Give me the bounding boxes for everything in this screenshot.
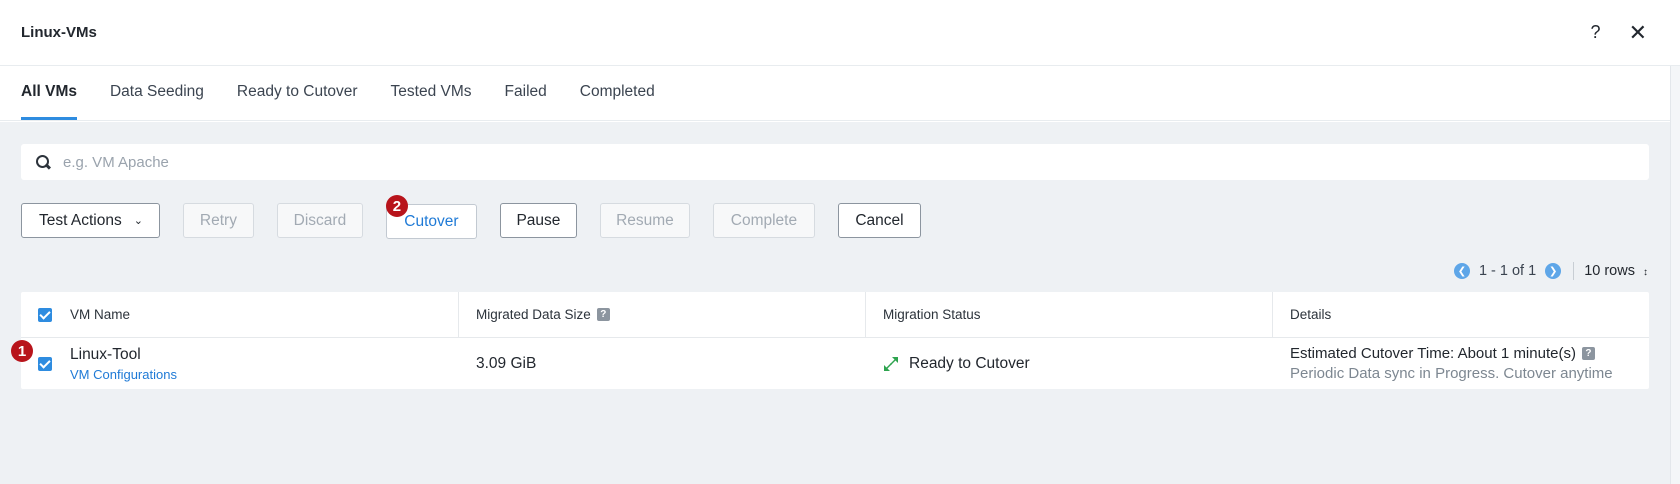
step-badge-1: 1 [11, 340, 33, 362]
select-all-checkbox[interactable] [38, 307, 52, 322]
estimated-cutover-time: Estimated Cutover Time: About 1 minute(s… [1290, 345, 1613, 362]
cell-migrated-data-size: 3.09 GiB [458, 338, 865, 389]
next-page-icon[interactable]: ❯ [1545, 263, 1562, 279]
resume-button[interactable]: Resume [599, 203, 690, 238]
discard-button[interactable]: Discard [276, 203, 363, 238]
tab-ready-to-cutover[interactable]: Ready to Cutover [237, 83, 358, 120]
search-input[interactable] [63, 153, 1563, 171]
pager-divider [1573, 262, 1575, 280]
table-row[interactable]: 1 Linux-Tool VM Configurations 3.09 GiB [11, 338, 1649, 389]
cutover-label: Cutover [404, 212, 459, 230]
header-migration-status-label: Migration Status [883, 307, 981, 322]
vm-name: Linux-Tool [70, 345, 141, 363]
migration-plan-window: Linux-VMs ? ✕ All VMs Data Seeding Ready… [0, 0, 1680, 484]
pagination: ❮ 1 - 1 of 1 ❯ 10 rows ↕ [1410, 261, 1670, 281]
tab-failed[interactable]: Failed [505, 83, 547, 120]
cutover-button[interactable]: Cutover 2 [385, 195, 477, 239]
header-vm-name-label: VM Name [70, 307, 131, 322]
data-sync-note: Periodic Data sync in Progress. Cutover … [1290, 365, 1613, 382]
step-badge-2: 2 [385, 195, 408, 217]
complete-button[interactable]: Complete [712, 203, 815, 238]
migration-status-label: Ready to Cutover [909, 354, 1030, 372]
cancel-button[interactable]: Cancel [837, 203, 921, 238]
tab-data-seeding[interactable]: Data Seeding [110, 83, 204, 120]
test-actions-dropdown[interactable]: Test Actions ⌄ [21, 203, 160, 238]
vm-configurations-link[interactable]: VM Configurations [70, 367, 177, 382]
help-icon[interactable]: ? [596, 308, 610, 321]
cell-details: Estimated Cutover Time: About 1 minute(s… [1272, 338, 1649, 389]
test-actions-label: Test Actions [39, 211, 122, 229]
sort-arrows-icon: ↕ [1643, 267, 1648, 278]
header-migrated-data-size-label: Migrated Data Size [476, 307, 591, 322]
header-vm-name: VM Name [21, 292, 458, 337]
cell-vm-name: 1 Linux-Tool VM Configurations [11, 338, 458, 389]
details-block: Estimated Cutover Time: About 1 minute(s… [1290, 345, 1613, 382]
search-icon [35, 154, 51, 170]
tab-tested-vms[interactable]: Tested VMs [391, 83, 472, 120]
close-icon[interactable]: ✕ [1629, 20, 1647, 46]
help-icon[interactable]: ? [1591, 22, 1601, 43]
page-range: 1 - 1 of 1 [1478, 263, 1537, 279]
previous-page-icon[interactable]: ❮ [1453, 263, 1470, 279]
rows-per-page-select[interactable]: 10 rows ↕ [1584, 263, 1648, 279]
table-header: VM Name Migrated Data Size ? Migration S… [21, 292, 1649, 338]
row-checkbox[interactable] [38, 356, 52, 371]
tab-completed[interactable]: Completed [580, 83, 655, 120]
window-title: Linux-VMs [21, 24, 97, 41]
estimated-cutover-text: Estimated Cutover Time: About 1 minute(s… [1290, 345, 1576, 362]
retry-button[interactable]: Retry [182, 203, 254, 238]
title-bar: Linux-VMs ? ✕ [0, 0, 1680, 66]
migrated-data-size-value: 3.09 GiB [476, 354, 537, 372]
tab-all-vms[interactable]: All VMs [21, 83, 77, 120]
vm-table: VM Name Migrated Data Size ? Migration S… [11, 292, 1649, 389]
vertical-scrollbar[interactable] [1670, 66, 1680, 484]
header-migration-status: Migration Status [865, 292, 1272, 337]
action-toolbar: Test Actions ⌄ Retry Discard Cutover 2 P… [21, 195, 944, 239]
chevron-down-icon: ⌄ [133, 215, 143, 227]
rows-per-page-label: 10 rows [1584, 263, 1635, 279]
help-icon[interactable]: ? [1581, 347, 1595, 360]
tab-bar: All VMs Data Seeding Ready to Cutover Te… [0, 66, 1680, 121]
ready-to-cutover-icon [884, 356, 898, 371]
title-actions: ? ✕ [1591, 20, 1647, 46]
header-details: Details [1272, 292, 1649, 337]
migration-status: Ready to Cutover [883, 355, 1030, 373]
header-details-label: Details [1290, 307, 1332, 322]
pause-button[interactable]: Pause [499, 203, 577, 238]
content-area: Test Actions ⌄ Retry Discard Cutover 2 P… [0, 122, 1670, 484]
search-bar [21, 144, 1649, 180]
cell-migration-status: Ready to Cutover [865, 338, 1272, 389]
header-migrated-data-size: Migrated Data Size ? [458, 292, 865, 337]
vm-name-block: Linux-Tool VM Configurations [70, 346, 177, 382]
